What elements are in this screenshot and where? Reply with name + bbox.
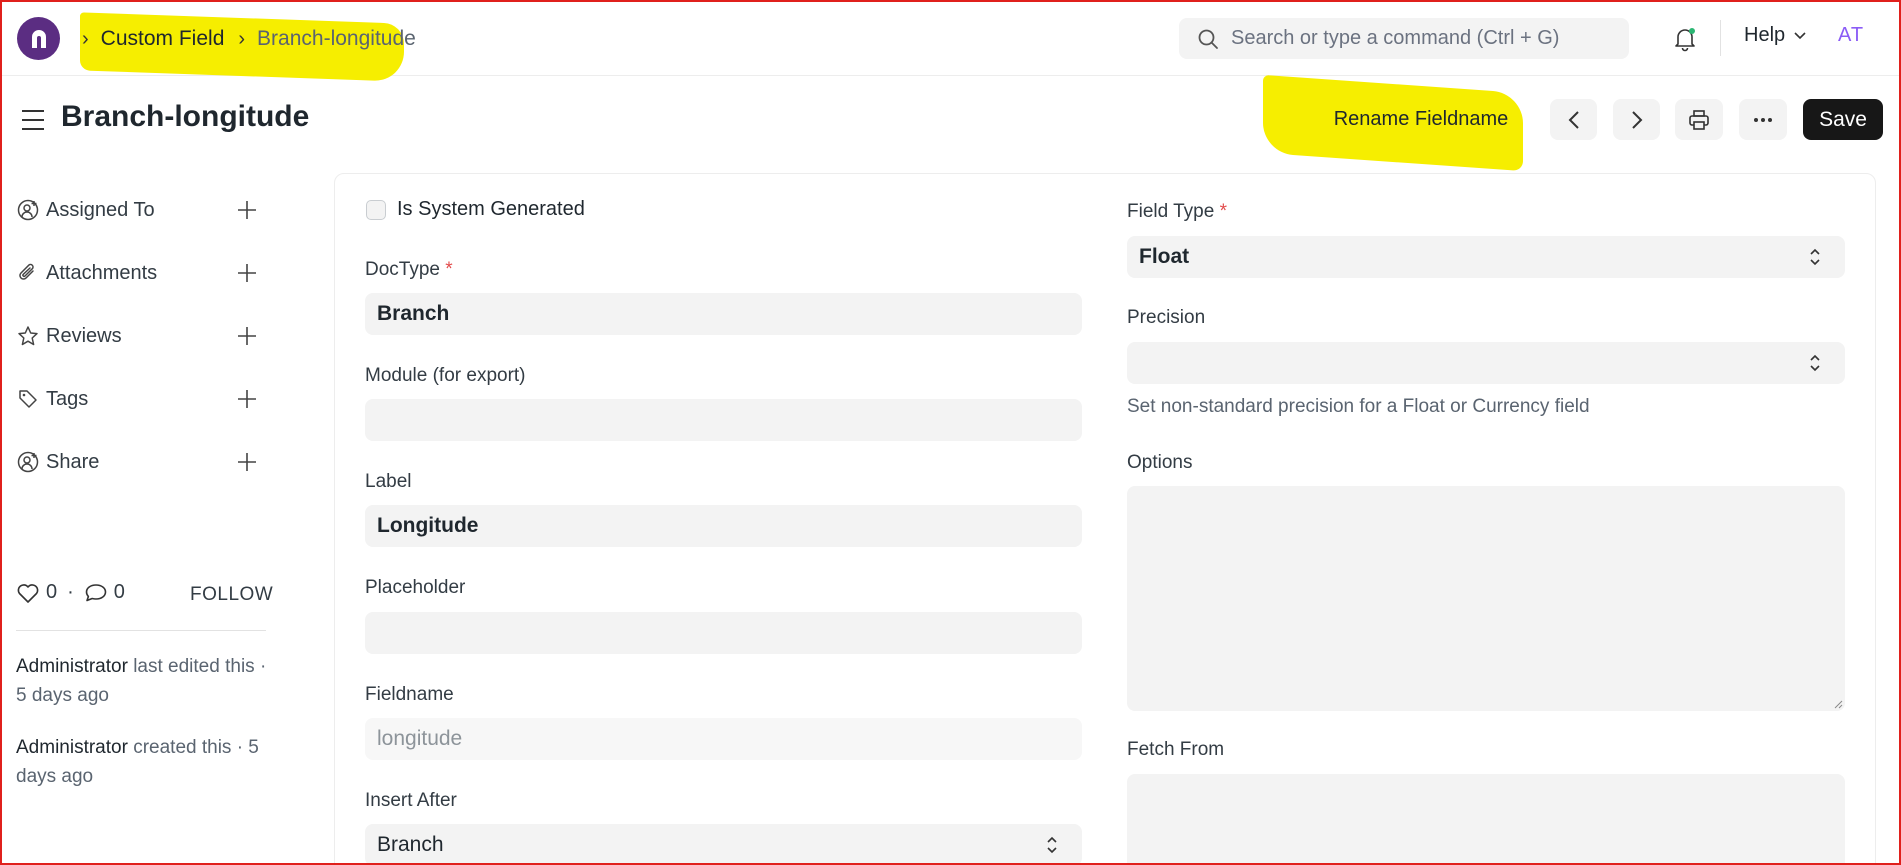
paperclip-icon [16,261,40,285]
field-type-select[interactable]: Float [1127,236,1845,278]
doctype-label: DocType * [365,259,453,281]
plus-icon[interactable] [234,386,260,412]
sidebar-divider [16,630,266,631]
printer-icon [1689,109,1709,130]
page-title: Branch-longitude [61,100,310,133]
required-marker: * [445,259,453,280]
sidebar-item-reviews[interactable]: Reviews [16,321,266,351]
separator-dot: · [67,581,74,603]
rename-fieldname-button[interactable]: Rename Fieldname [1310,99,1532,140]
options-textarea[interactable] [1127,486,1845,711]
insert-after-value: Branch [377,833,444,856]
save-button[interactable]: Save [1803,99,1883,140]
insert-after-label: Insert After [365,790,457,811]
select-arrows-icon [1810,248,1820,266]
precision-label: Precision [1127,307,1206,328]
sidebar-item-label: Share [46,450,100,473]
required-marker: * [1219,201,1227,222]
activity-last-edited: Administrator last edited this · 5 days … [16,652,276,710]
field-type-value: Float [1139,245,1190,268]
help-menu[interactable]: Help [1744,24,1807,47]
sidebar-item-label: Reviews [46,324,122,347]
doctype-label-text: DocType [365,259,440,280]
precision-hint: Set non-standard precision for a Float o… [1127,396,1590,417]
user-plus-icon [16,198,40,222]
select-arrows-icon [1047,836,1057,854]
search-bar[interactable] [1179,18,1629,59]
previous-record-button[interactable] [1550,99,1597,140]
sidebar-item-label: Assigned To [46,198,155,221]
options-label: Options [1127,452,1193,473]
sidebar-item-tags[interactable]: Tags [16,384,266,414]
next-record-button[interactable] [1613,99,1660,140]
sidebar-item-share[interactable]: Share [16,447,266,477]
label-label: Label [365,471,412,492]
tag-icon [16,387,40,411]
search-icon [1198,29,1218,49]
navbar-divider [1720,20,1721,56]
app-logo-icon[interactable] [17,17,60,60]
user-share-icon [16,450,40,474]
navbar: › Custom Field › Branch-longitude Help A… [0,0,1901,82]
sidebar-item-attachments[interactable]: Attachments [16,258,266,288]
follow-button[interactable]: FOLLOW [190,584,273,606]
is-system-generated-checkbox[interactable] [366,200,386,220]
user-avatar[interactable]: AT [1838,24,1864,47]
breadcrumb-current[interactable]: Branch-longitude [257,27,416,51]
chevron-left-icon [1568,110,1579,129]
sidebar-item-assigned-to[interactable]: Assigned To [16,195,266,225]
chevron-right-icon: › [238,27,246,50]
fetch-from-field[interactable] [1127,774,1845,865]
likes-comments: 0 · 0 [16,581,125,604]
comment-icon[interactable] [84,582,108,604]
placeholder-label: Placeholder [365,577,466,598]
chevron-down-icon [1794,31,1806,39]
doctype-field[interactable]: Branch [365,293,1082,335]
fetch-from-label: Fetch From [1127,739,1225,760]
plus-icon[interactable] [234,260,260,286]
breadcrumb-custom-field[interactable]: Custom Field [101,27,225,51]
precision-select[interactable] [1127,342,1845,384]
insert-after-select[interactable]: Branch [365,824,1082,865]
likes-count: 0 [46,581,58,603]
is-system-generated-label: Is System Generated [397,198,585,220]
plus-icon[interactable] [234,197,260,223]
select-arrows-icon [1810,354,1820,372]
fieldname-label: Fieldname [365,684,454,705]
plus-icon[interactable] [234,449,260,475]
plus-icon[interactable] [234,323,260,349]
label-field[interactable]: Longitude [365,505,1082,547]
fieldname-field: longitude [365,718,1082,760]
help-label: Help [1744,24,1786,46]
more-actions-button[interactable] [1739,99,1787,140]
module-field[interactable] [365,399,1082,441]
breadcrumb: › Custom Field › Branch-longitude [80,24,416,54]
field-type-label: Field Type * [1127,201,1227,223]
chevron-right-icon: › [82,27,89,50]
ellipsis-icon [1754,117,1772,122]
module-label: Module (for export) [365,365,526,386]
hamburger-menu-icon[interactable] [20,108,46,132]
heart-icon[interactable] [16,582,40,604]
activity-user[interactable]: Administrator [16,656,128,677]
search-input[interactable] [1231,27,1621,50]
print-button[interactable] [1675,99,1723,140]
resize-handle-icon[interactable] [1833,699,1843,709]
field-type-label-text: Field Type [1127,201,1215,222]
sidebar-item-label: Tags [46,387,89,410]
placeholder-field[interactable] [365,612,1082,654]
notification-bell-icon[interactable] [1670,24,1700,54]
star-icon [16,324,40,348]
sidebar-item-label: Attachments [46,261,158,284]
chevron-right-icon [1631,110,1642,129]
comments-count: 0 [113,581,125,603]
activity-user[interactable]: Administrator [16,737,128,758]
activity-created: Administrator created this · 5 days ago [16,733,276,791]
